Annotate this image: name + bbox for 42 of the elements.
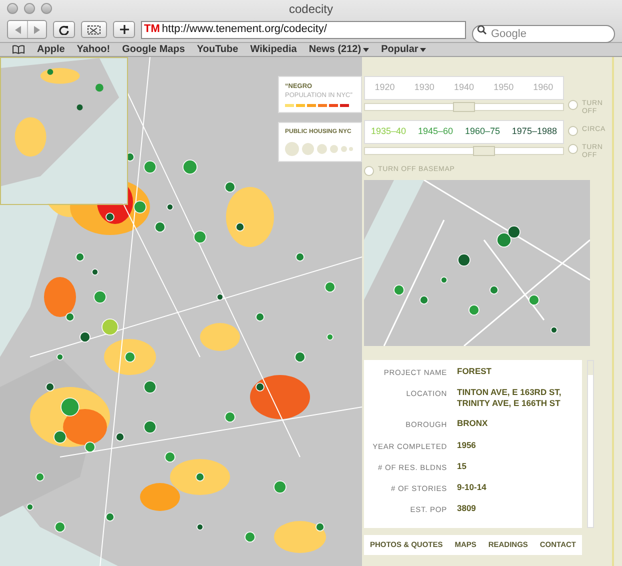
detail-value: 3809 [457, 503, 477, 516]
snippet-button[interactable] [81, 21, 107, 38]
plus-icon [120, 25, 128, 34]
search-icon [477, 24, 487, 34]
reload-icon [59, 24, 69, 34]
bookmark-link[interactable]: News (212) [308, 42, 370, 57]
period-label[interactable]: 1975–1988 [512, 125, 557, 139]
slider-track[interactable] [364, 147, 564, 155]
bookmark-link[interactable]: Apple [37, 42, 65, 57]
detail-value: FOREST [457, 366, 492, 378]
scissors-icon [87, 24, 101, 34]
scrollbar[interactable] [587, 360, 594, 528]
caret-icon [363, 48, 370, 52]
circle-size-scale-icon [285, 142, 353, 156]
detail-value: 1956 [457, 440, 477, 452]
bookmark-link[interactable]: Wikipedia [250, 42, 297, 57]
bookmark-link[interactable]: Popular [381, 42, 426, 57]
window-button[interactable] [24, 3, 35, 14]
detail-value: 9-10-14 [457, 482, 488, 494]
detail-value: 15 [457, 460, 468, 473]
slider-thumb[interactable] [472, 146, 495, 156]
forward-icon [34, 26, 40, 34]
slider-track[interactable] [364, 103, 564, 111]
back-icon [14, 26, 20, 34]
window-title: codecity [288, 0, 334, 18]
detail-value: TINTON AVE, E 163RD ST, TRINITY AVE, E 166TH ST [457, 387, 562, 410]
add-bookmark-button[interactable] [113, 21, 135, 38]
slider-thumb[interactable] [453, 102, 475, 112]
detail-value: BRONX [457, 418, 489, 430]
window-button[interactable] [41, 3, 52, 14]
bookmark-link[interactable]: Yahoo! [76, 42, 110, 57]
url-text: http://www.tenement.org/codecity/ [162, 22, 327, 38]
caret-icon [420, 48, 426, 52]
address-field[interactable]: TM http://www.tenement.org/codecity/ [141, 20, 466, 38]
book-icon[interactable] [12, 45, 25, 54]
bookmark-link[interactable]: YouTube [196, 42, 238, 57]
reload-button[interactable] [53, 21, 75, 38]
search-field[interactable]: Google [472, 24, 615, 42]
window-button[interactable] [7, 3, 18, 14]
period-label[interactable]: 1960–75 [464, 125, 500, 139]
bookmark-link[interactable]: Google Maps [122, 42, 185, 57]
site-logo: TM [144, 24, 160, 35]
